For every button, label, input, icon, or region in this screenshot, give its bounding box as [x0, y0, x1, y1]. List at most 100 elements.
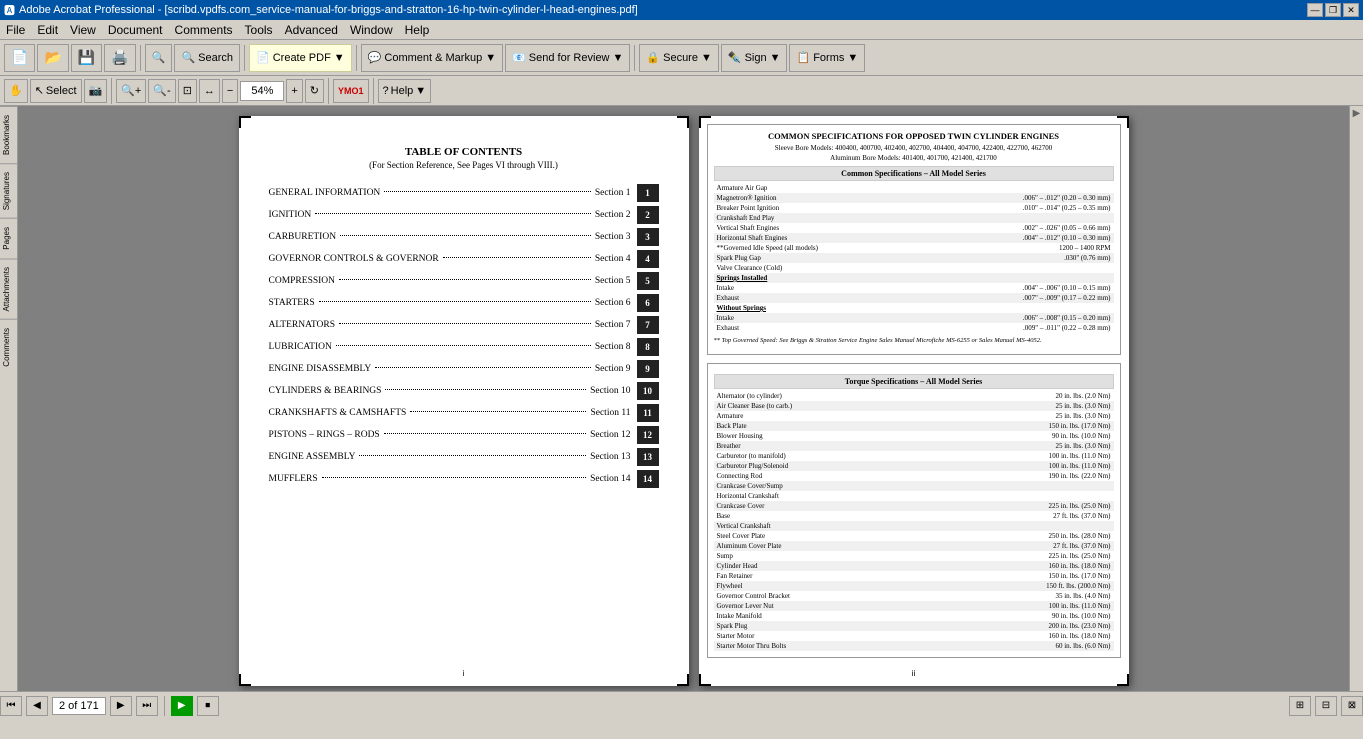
two-page-button[interactable]: ⊠	[1341, 696, 1363, 716]
zoom-in-small-button[interactable]: +	[286, 79, 302, 103]
search-button[interactable]: 🔍Search	[174, 44, 240, 72]
toc-num[interactable]: 3	[637, 228, 659, 246]
zoom-out-button[interactable]: 🔍-	[148, 79, 175, 103]
torque-value: 160 in. lbs. (18.0 Nm)	[928, 561, 1113, 571]
spec-row: Magnetron® Ignition .006" – .012" (0.20 …	[714, 193, 1114, 203]
new-button[interactable]: 📄	[4, 44, 35, 72]
comments-tab[interactable]: Comments	[0, 319, 17, 375]
attachments-tab[interactable]: Attachments	[0, 258, 17, 319]
torque-value: 250 in. lbs. (28.0 Nm)	[928, 531, 1113, 541]
comment-markup-button[interactable]: 💬 Comment & Markup ▼	[361, 44, 503, 72]
toc-num[interactable]: 6	[637, 294, 659, 312]
toc-row: ALTERNATORS Section 7 7	[269, 316, 659, 334]
pages-tab[interactable]: Pages	[0, 218, 17, 258]
open-button[interactable]: 📂	[37, 44, 68, 72]
close-button[interactable]: ✕	[1343, 3, 1359, 17]
signatures-tab[interactable]: Signatures	[0, 163, 17, 218]
spec-footnote: ** Top Governed Speed: See Briggs & Stra…	[714, 337, 1114, 344]
document-area: TABLE OF CONTENTS (For Section Reference…	[18, 106, 1349, 691]
restore-button[interactable]: ❐	[1325, 3, 1341, 17]
corner-spec-tr	[1117, 116, 1129, 128]
bookmarks-tab[interactable]: Bookmarks	[0, 106, 17, 163]
separator-7	[373, 78, 374, 104]
title-bar-controls[interactable]: — ❐ ✕	[1307, 3, 1359, 17]
menu-help[interactable]: Help	[399, 21, 436, 39]
toc-num[interactable]: 5	[637, 272, 659, 290]
spec-row: Armature Air Gap	[714, 183, 1114, 193]
print-button[interactable]: 🖨️	[104, 44, 135, 72]
nav-sep	[164, 696, 165, 716]
torque-value: 90 in. lbs. (10.0 Nm)	[928, 431, 1113, 441]
toc-num[interactable]: 2	[637, 206, 659, 224]
corner-spec-br	[1117, 674, 1129, 686]
fit-window-button[interactable]: ⊞	[1289, 696, 1311, 716]
help-button[interactable]: ? Help ▼	[378, 79, 432, 103]
torque-value: 150 in. lbs. (17.0 Nm)	[928, 571, 1113, 581]
toc-num[interactable]: 7	[637, 316, 659, 334]
torque-label: Cylinder Head	[714, 561, 929, 571]
toc-num[interactable]: 14	[637, 470, 659, 488]
new-icon: 📄	[11, 49, 28, 66]
rotate-button[interactable]: ↻	[305, 79, 324, 103]
zoom-input[interactable]: 54%	[240, 81, 284, 101]
menu-file[interactable]: File	[0, 21, 31, 39]
zoom-in-button[interactable]: 🔍+	[116, 79, 146, 103]
toc-dots	[385, 389, 586, 390]
toc-num[interactable]: 1	[637, 184, 659, 202]
next-page-button[interactable]: ▶	[110, 696, 132, 716]
menu-comments[interactable]: Comments	[169, 21, 239, 39]
toc-row: GOVERNOR CONTROLS & GOVERNOR Section 4 4	[269, 250, 659, 268]
spec-value: .007" – .009" (0.17 – 0.22 mm)	[927, 293, 1113, 303]
forms-button[interactable]: 📋 Forms ▼	[789, 44, 865, 72]
actual-size-button[interactable]: ⊟	[1315, 696, 1337, 716]
minimize-button[interactable]: —	[1307, 3, 1323, 17]
menu-edit[interactable]: Edit	[31, 21, 64, 39]
menu-window[interactable]: Window	[344, 21, 399, 39]
toc-num[interactable]: 9	[637, 360, 659, 378]
toc-num[interactable]: 8	[637, 338, 659, 356]
torque-value: 200 in. lbs. (23.0 Nm)	[928, 621, 1113, 631]
toc-row: LUBRICATION Section 8 8	[269, 338, 659, 356]
toc-row-name: CYLINDERS & BEARINGS	[269, 386, 382, 396]
sign-button[interactable]: ✒️ Sign ▼	[721, 44, 788, 72]
expand-arrow[interactable]: ▶	[1353, 108, 1361, 119]
first-page-button[interactable]: ⏮	[0, 696, 22, 716]
last-page-button[interactable]: ⏭	[136, 696, 158, 716]
camera-icon: 📷	[89, 84, 103, 97]
torque-label: Horizontal Crankshaft	[714, 491, 929, 501]
secure-button[interactable]: 🔒 Secure ▼	[639, 44, 718, 72]
send-review-button[interactable]: 📧 Send for Review ▼	[505, 44, 630, 72]
spec-label: Spark Plug Gap	[714, 253, 928, 263]
toc-section: Section 2	[595, 210, 631, 220]
ymobi-button[interactable]: YMO1	[333, 79, 369, 103]
toc-num[interactable]: 4	[637, 250, 659, 268]
spec-row: Spark Plug Gap .030" (0.76 mm)	[714, 253, 1114, 263]
toc-row: CARBURETION Section 3 3	[269, 228, 659, 246]
torque-label: Alternator (to cylinder)	[714, 391, 929, 401]
menu-view[interactable]: View	[64, 21, 102, 39]
spec-label: Without Springs	[714, 303, 928, 313]
menu-advanced[interactable]: Advanced	[279, 21, 344, 39]
zoom-out-small-button[interactable]: −	[222, 79, 238, 103]
toc-num[interactable]: 12	[637, 426, 659, 444]
select-tool-button[interactable]: ↖ Select	[30, 79, 82, 103]
toc-num[interactable]: 11	[637, 404, 659, 422]
find-button[interactable]: 🔍	[145, 44, 173, 72]
left-panel-tabs: Bookmarks Signatures Pages Attachments C…	[0, 106, 18, 691]
fit-page-button[interactable]: ⊡	[178, 79, 197, 103]
snapshot-tool-button[interactable]: 📷	[84, 79, 108, 103]
menu-tools[interactable]: Tools	[239, 21, 279, 39]
title-bar-left: 🅰 Adobe Acrobat Professional - [scribd.v…	[4, 2, 638, 18]
hand-tool-button[interactable]: ✋	[4, 79, 28, 103]
menu-document[interactable]: Document	[102, 21, 169, 39]
stop-button[interactable]: ⏹	[197, 696, 219, 716]
prev-page-button[interactable]: ◀	[26, 696, 48, 716]
torque-value: 27 ft. lbs. (37.0 Nm)	[928, 511, 1113, 521]
save-button[interactable]: 💾	[71, 44, 102, 72]
toc-num[interactable]: 13	[637, 448, 659, 466]
torque-row: Cylinder Head 160 in. lbs. (18.0 Nm)	[714, 561, 1114, 571]
create-pdf-button[interactable]: 📄 Create PDF ▼	[249, 44, 352, 72]
play-button[interactable]: ▶	[171, 696, 193, 716]
toc-num[interactable]: 10	[637, 382, 659, 400]
fit-width-button[interactable]: ↔	[199, 79, 220, 103]
